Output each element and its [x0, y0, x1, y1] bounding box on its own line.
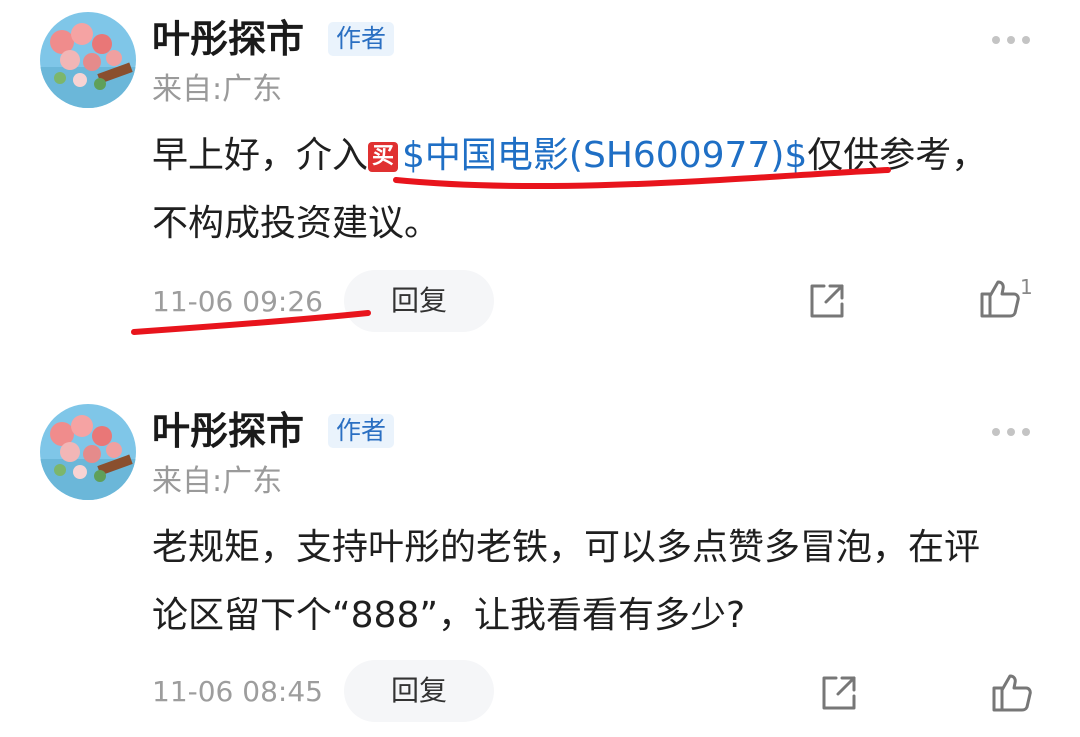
location-label: 来自:广东 — [152, 72, 283, 107]
reply-button[interactable]: 回复 — [344, 270, 494, 332]
author-name[interactable]: 叶彤探市 — [152, 16, 304, 62]
author-name[interactable]: 叶彤探市 — [152, 408, 304, 454]
share-icon[interactable] — [818, 672, 860, 714]
stock-link[interactable]: $中国电影(SH600977)$ — [402, 135, 807, 176]
comment-text: 早上好，介入买 $中国电影(SH600977)$仅供参考，不构成投资建议。 — [152, 122, 1012, 258]
author-badge: 作者 — [328, 22, 395, 56]
avatar[interactable] — [40, 12, 136, 108]
more-dots-icon[interactable] — [990, 30, 1032, 50]
comment-time: 11-06 08:45 — [152, 675, 323, 708]
thumbs-up-icon[interactable] — [990, 670, 1034, 714]
comment-text-prefix: 早上好，介入 — [152, 135, 369, 176]
reply-button[interactable]: 回复 — [344, 660, 494, 722]
avatar[interactable] — [40, 404, 136, 500]
thumbs-up-icon[interactable] — [978, 276, 1022, 320]
like-count: 1 — [1020, 275, 1033, 299]
buy-tag-icon: 买 — [368, 142, 399, 172]
comment-time: 11-06 09:26 — [152, 285, 323, 318]
location-label: 来自:广东 — [152, 464, 283, 499]
author-badge: 作者 — [328, 414, 395, 448]
more-dots-icon[interactable] — [990, 422, 1032, 442]
comment-list: 叶彤探市 作者 来自:广东 早上好，介入买 $中国电影(SH600977)$仅供参… — [0, 0, 1080, 737]
share-icon[interactable] — [806, 280, 848, 322]
comment-text: 老规矩，支持叶彤的老铁，可以多点赞多冒泡，在评论区留下个“888”，让我看看有多… — [152, 527, 981, 636]
